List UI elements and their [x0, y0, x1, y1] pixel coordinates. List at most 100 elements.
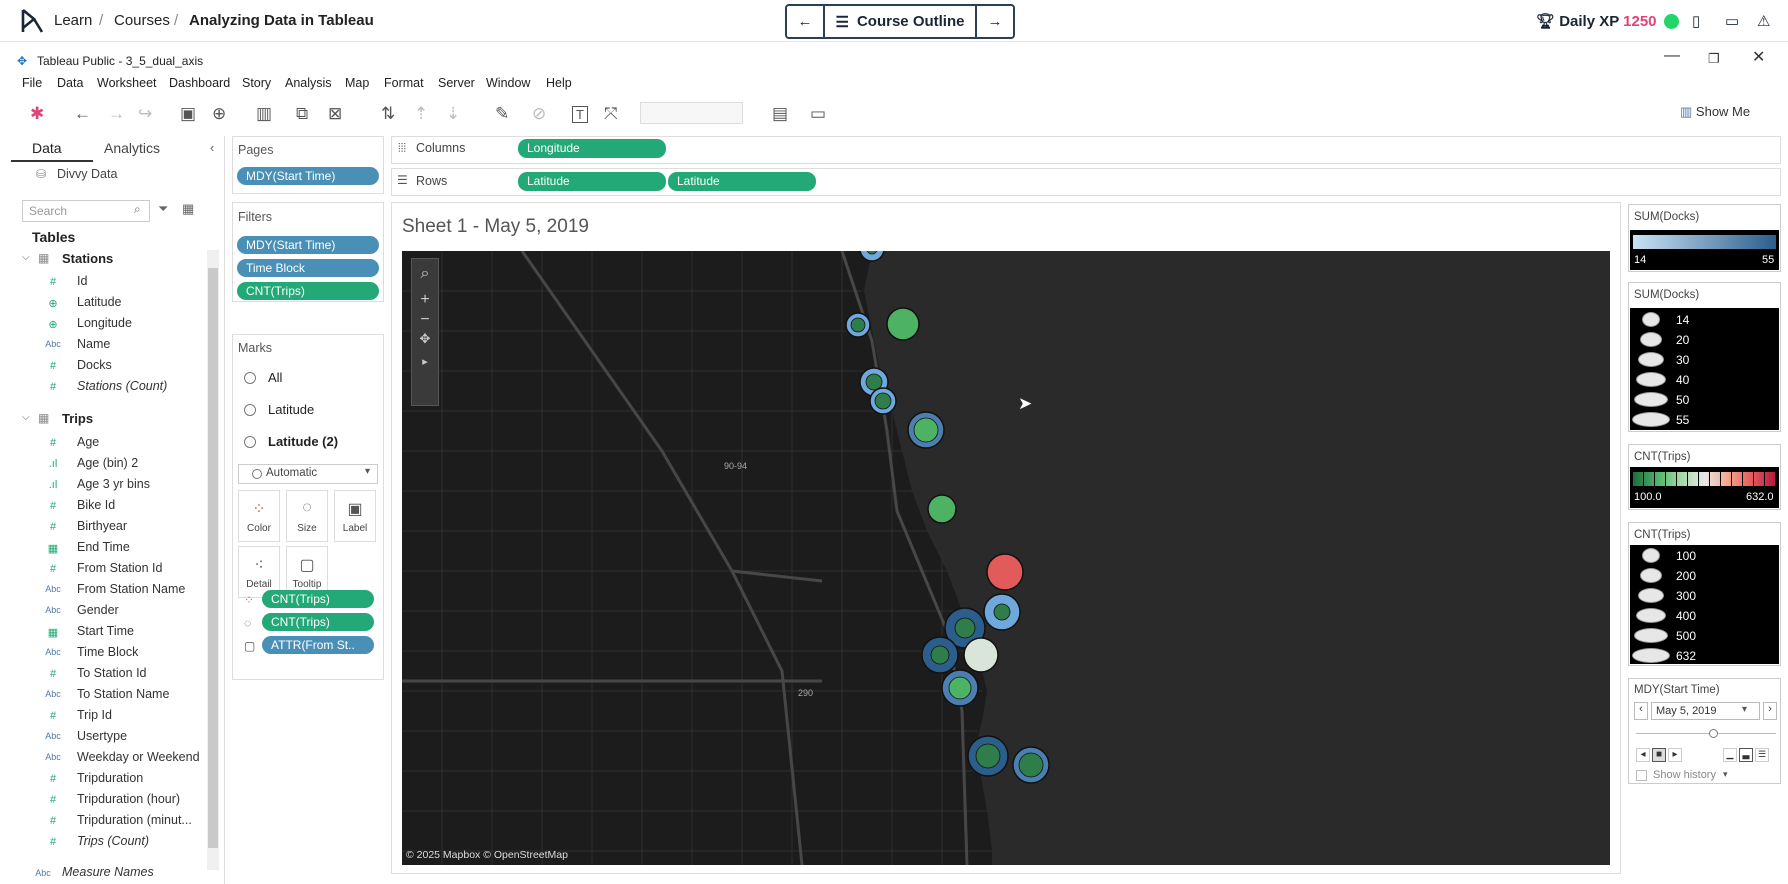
menu-server[interactable]: Server — [438, 76, 475, 90]
show-history-label[interactable]: Show history — [1653, 769, 1716, 781]
show-me-button[interactable]: ▥ Show Me — [1680, 104, 1750, 120]
field-item[interactable]: From Station Name — [77, 582, 185, 596]
tooltip-pill[interactable]: ATTR(From St.. — [262, 636, 374, 654]
menu-data[interactable]: Data — [57, 76, 83, 90]
swap-icon[interactable]: ⇅ — [381, 104, 395, 124]
close-button[interactable]: ✕ — [1752, 47, 1765, 67]
marks-option-latitude[interactable]: Latitude — [268, 402, 314, 417]
breadcrumb-learn[interactable]: Learn — [54, 12, 92, 29]
field-item[interactable]: Age — [77, 435, 99, 449]
course-outline-button[interactable]: ☰ Course Outline — [823, 6, 977, 37]
filter-pill[interactable]: Time Block — [237, 259, 379, 277]
datasource-name[interactable]: Divvy Data — [57, 167, 117, 181]
menu-analysis[interactable]: Analysis — [285, 76, 332, 90]
station-mark-trips[interactable] — [930, 645, 950, 665]
station-mark-trips[interactable] — [948, 676, 972, 700]
scrollbar-thumb[interactable] — [208, 268, 218, 848]
speed-medium-button[interactable]: ▃ — [1739, 748, 1753, 762]
field-measure-names[interactable]: Measure Names — [62, 865, 154, 879]
highlight-icon[interactable]: ✎ — [495, 104, 509, 124]
minimize-button[interactable]: — — [1664, 47, 1680, 65]
sort-descending-icon[interactable]: ⇣ — [446, 104, 460, 124]
field-item[interactable]: Docks — [77, 358, 112, 372]
station-mark-docks[interactable] — [963, 637, 999, 673]
menu-worksheet[interactable]: Worksheet — [97, 76, 157, 90]
field-item[interactable]: Tripduration — [77, 771, 143, 785]
menu-file[interactable]: File — [22, 76, 42, 90]
page-prev-button[interactable]: ‹ — [1634, 702, 1648, 720]
radio-marks-all[interactable] — [244, 372, 256, 384]
size-pill[interactable]: CNT(Trips) — [262, 613, 374, 631]
play-forward-button[interactable]: ▸ — [1668, 748, 1682, 762]
field-item[interactable]: To Station Name — [77, 687, 169, 701]
field-item[interactable]: Trips (Count) — [77, 834, 149, 848]
field-item[interactable]: Trip Id — [77, 708, 112, 722]
tab-analytics[interactable]: Analytics — [104, 140, 160, 156]
filter-icon[interactable]: ⏷ — [158, 201, 168, 217]
field-item[interactable]: Time Block — [77, 645, 138, 659]
field-item[interactable]: Gender — [77, 603, 119, 617]
menu-format[interactable]: Format — [384, 76, 424, 90]
breadcrumb-courses[interactable]: Courses — [114, 12, 170, 29]
station-mark-trips[interactable] — [975, 743, 1001, 769]
marks-option-latitude-2[interactable]: Latitude (2) — [268, 434, 338, 449]
field-item[interactable]: Latitude — [77, 295, 121, 309]
collapse-pane-icon[interactable]: ‹ — [210, 140, 214, 155]
save-icon[interactable]: ▣ — [180, 104, 196, 124]
rows-pill-latitude[interactable]: Latitude — [518, 172, 666, 191]
rows-pill-latitude-2[interactable]: Latitude — [668, 172, 816, 191]
map-search-icon[interactable]: ⌕ — [412, 265, 438, 283]
page-slider-track[interactable] — [1636, 733, 1776, 734]
marks-option-all[interactable]: All — [268, 370, 282, 385]
station-mark-trips[interactable] — [874, 392, 892, 410]
chevron-down-icon[interactable]: ⌵ — [22, 412, 30, 423]
stop-button[interactable]: ■ — [1652, 748, 1666, 762]
field-item[interactable]: Name — [77, 337, 110, 351]
clear-sheet-icon[interactable]: ⊠ — [328, 104, 342, 124]
speed-fast-button[interactable]: ☰ — [1755, 748, 1769, 762]
page-next-button[interactable]: › — [1763, 702, 1777, 720]
field-item[interactable]: Usertype — [77, 729, 127, 743]
search-input[interactable]: Search — [22, 200, 150, 222]
station-mark-trips[interactable] — [993, 603, 1011, 621]
filter-pill[interactable]: CNT(Trips) — [237, 282, 379, 300]
pages-pill[interactable]: MDY(Start Time) — [237, 167, 379, 185]
next-exercise-button[interactable]: → — [977, 6, 1013, 37]
radio-marks-latitude-2[interactable] — [244, 436, 256, 448]
new-worksheet-icon[interactable]: ▥ — [256, 104, 272, 124]
field-item[interactable]: Tripduration (hour) — [77, 792, 180, 806]
menu-dashboard[interactable]: Dashboard — [169, 76, 230, 90]
new-datasource-icon[interactable]: ⊕ — [212, 104, 226, 124]
field-item[interactable]: Weekday or Weekend — [77, 750, 200, 764]
group-icon[interactable]: ⊘ — [532, 104, 546, 124]
previous-exercise-button[interactable]: ← — [787, 6, 823, 37]
sort-ascending-icon[interactable]: ⇡ — [414, 104, 428, 124]
datacamp-logo[interactable] — [20, 8, 44, 34]
show-history-checkbox[interactable] — [1636, 770, 1647, 781]
chevron-down-icon[interactable]: ⌵ — [22, 252, 30, 263]
field-item[interactable]: End Time — [77, 540, 130, 554]
show-cards-icon[interactable]: ▤ — [772, 104, 788, 124]
video-icon[interactable]: ▭ — [1725, 12, 1739, 30]
field-item[interactable]: Birthyear — [77, 519, 127, 533]
field-item[interactable]: Longitude — [77, 316, 132, 330]
speed-slow-button[interactable]: ▁ — [1723, 748, 1737, 762]
field-item[interactable]: Bike Id — [77, 498, 115, 512]
field-item[interactable]: To Station Id — [77, 666, 147, 680]
station-mark-trips[interactable] — [850, 317, 866, 333]
label-button[interactable]: ▣ Label — [334, 490, 376, 542]
expand-toolbar-icon[interactable]: ▸ — [412, 355, 438, 368]
page-slider-thumb[interactable] — [1709, 729, 1718, 738]
station-mark-trips[interactable] — [913, 417, 939, 443]
tableau-logo-icon[interactable]: ✱ — [30, 104, 44, 124]
tab-data[interactable]: Data — [32, 140, 62, 156]
zoom-in-icon[interactable]: + — [412, 291, 438, 309]
field-item[interactable]: Tripduration (minut... — [77, 813, 192, 827]
field-item[interactable]: Start Time — [77, 624, 134, 638]
map-canvas[interactable]: 90-94 290 — [402, 251, 1610, 865]
redo-icon[interactable]: → — [108, 104, 125, 124]
fit-dropdown[interactable] — [640, 102, 743, 124]
radio-marks-latitude[interactable] — [244, 404, 256, 416]
warning-icon[interactable]: ⚠ — [1757, 12, 1770, 30]
show-labels-icon[interactable]: T — [572, 106, 588, 123]
